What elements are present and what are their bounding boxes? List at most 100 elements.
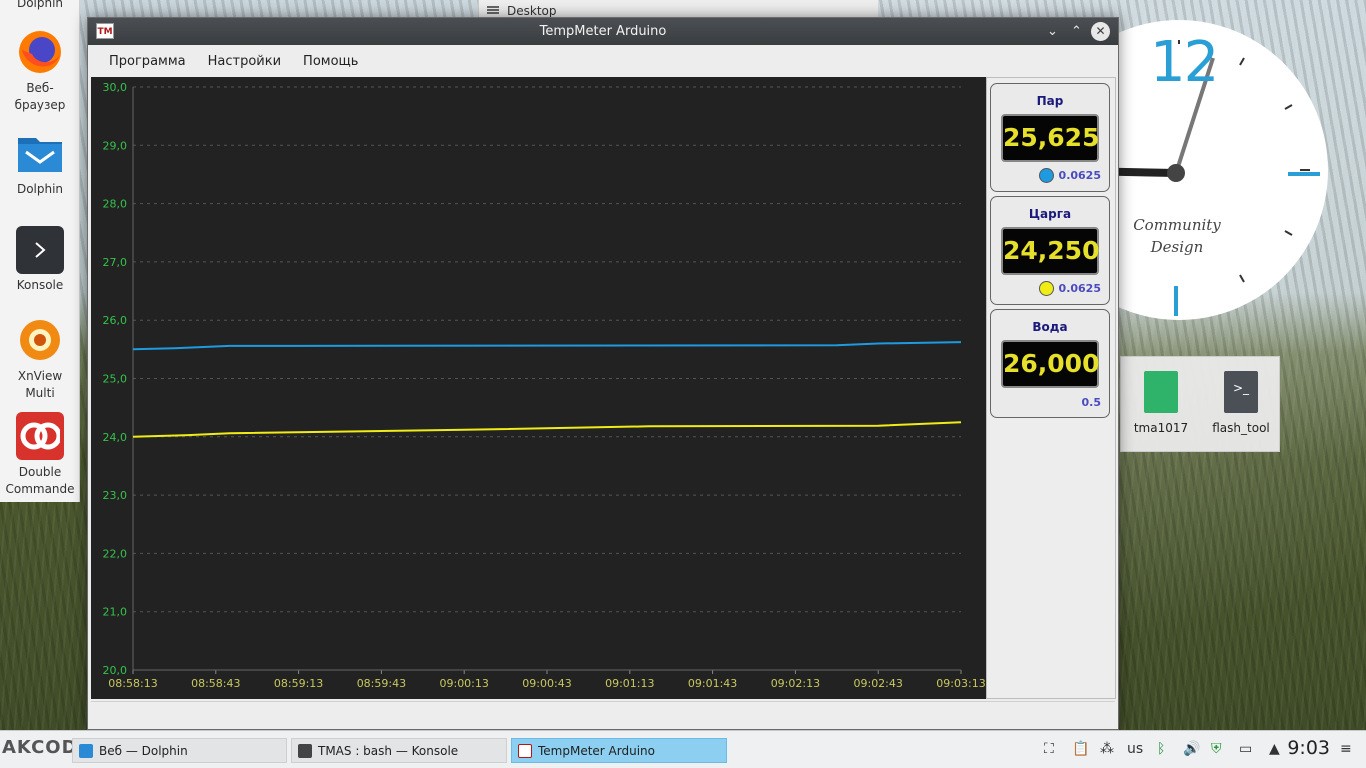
x-tick-label: 09:01:13 [605,677,654,690]
script-file-icon: >_ [1224,371,1258,413]
menu-settings[interactable]: Настройки [197,54,292,69]
resolution-value: 0.5 [1081,396,1102,409]
resolution-value: 0.0625 [1058,282,1101,295]
menu-help[interactable]: Помощь [292,54,369,69]
sensor-name: Пар [1036,94,1064,108]
y-tick-label: 30,0 [103,81,128,94]
tempmeter-window: TM TempMeter Arduino ⌄ ⌃ ✕ Программа Нас… [87,17,1119,730]
keyboard-layout[interactable]: us [1127,741,1143,757]
dolphin-icon [79,744,93,758]
dock-item-dolphin[interactable]: Dolphin [0,130,80,196]
series-line [132,341,962,351]
bluetooth-icon[interactable]: ᛒ [1157,741,1165,757]
tray-expand-icon[interactable]: ▲ [1269,741,1280,757]
dock-item-xnview[interactable]: XnView Multi [0,316,80,402]
desktop-file-tma1017[interactable]: tma1017 [1121,371,1201,435]
dock-item-web-browser[interactable]: Веб- браузер [0,28,80,114]
clock-brand-line1: Community [1133,216,1221,234]
y-tick-label: 23,0 [103,489,128,502]
java-file-icon [1144,371,1178,413]
y-tick-label: 25,0 [103,373,128,386]
sensor-name: Вода [1032,320,1068,334]
double-commander-icon [16,412,64,460]
sensor-resolution: 0.5 [1082,396,1102,409]
dock-item-label: XnView Multi [17,369,63,400]
task-dolphin[interactable]: Веб — Dolphin [72,738,287,763]
task-label: TMAS : bash — Konsole [318,744,459,758]
menu-icon[interactable]: ≡ [1340,741,1352,757]
file-label: flash_tool [1212,421,1270,435]
chart-svg: 30,0 29,0 28,0 27,0 26,0 25,0 24,0 23,0 22,0 21,0… [103,81,986,690]
temperature-chart[interactable]: 30,0 29,0 28,0 27,0 26,0 25,0 24,0 23,0 22,0 21,0… [91,77,986,699]
y-tick-label: 20,0 [103,664,128,677]
window-title: TempMeter Arduino [539,24,667,39]
desktop-folder-widget: tma1017 >_ flash_tool [1120,356,1280,452]
network-icon[interactable]: ⁂ [1100,741,1114,757]
task-label: Веб — Dolphin [99,744,188,758]
y-tick-label: 26,0 [103,314,128,327]
updates-shield-icon[interactable]: ⛨ [1211,741,1222,757]
app-icon [518,744,532,758]
volume-icon[interactable]: 🔊 [1183,741,1200,757]
folder-icon [16,130,64,178]
menu-program[interactable]: Программа [98,54,197,69]
window-titlebar[interactable]: TM TempMeter Arduino ⌄ ⌃ ✕ [88,18,1118,45]
sensor-resolution: 0.0625 [1038,168,1101,183]
clock-number-12: 12 [1150,30,1219,95]
dock-item-label: Double Commande [5,465,75,496]
sensor-value: 26,000 [1001,340,1099,388]
task-konsole[interactable]: TMAS : bash — Konsole [291,738,507,763]
terminal-icon [16,226,64,274]
sensor-name: Царга [1028,207,1072,221]
x-tick-label: 09:03:13 [936,677,985,690]
dock-item-label: Dolphin [16,0,64,10]
sensor-value: 24,250 [1001,227,1099,275]
dock-item-double-commander[interactable]: Double Commande [0,412,80,498]
menubar: Программа Настройки Помощь [88,45,1118,77]
series-color-dot[interactable] [1038,281,1054,296]
y-tick-label: 21,0 [103,606,128,619]
x-tick-label: 09:00:43 [522,677,571,690]
desktop-icons-dock: Dolphin Веб- браузер Dolphin Konsole XnV… [0,0,80,502]
sensor-card-steam: Пар 25,625 0.0625 [990,83,1110,192]
screenshot-icon[interactable]: ⛶ [1044,741,1054,757]
display-icon[interactable]: ▭ [1239,741,1252,757]
series-color-dot[interactable] [1038,168,1054,183]
sensor-card-water: Вода 26,000 0.5 [990,309,1110,418]
resolution-value: 0.0625 [1058,169,1101,182]
x-tick-label: 09:00:13 [439,677,488,690]
dock-item-konsole[interactable]: Konsole [0,226,80,292]
maximize-button[interactable]: ⌃ [1067,22,1086,41]
clipboard-icon[interactable]: 📋 [1072,741,1089,757]
y-tick-label: 27,0 [103,256,128,269]
minimize-button[interactable]: ⌄ [1043,22,1062,41]
clock-brand-line2: Design [1150,238,1204,256]
terminal-icon [298,744,312,758]
sensor-card-column: Царга 24,250 0.0625 [990,196,1110,305]
x-tick-label: 08:58:13 [108,677,157,690]
x-tick-label: 09:02:43 [853,677,902,690]
y-tick-label: 28,0 [103,198,128,211]
y-tick-label: 22,0 [103,547,128,560]
x-tick-label: 09:02:13 [771,677,820,690]
taskbar-clock[interactable]: 9:03 [1287,737,1330,759]
task-tempmeter[interactable]: TempMeter Arduino [511,738,727,763]
hamburger-icon[interactable] [487,6,499,14]
y-tick-label: 24,0 [103,431,128,444]
dock-item-dolphin-top[interactable]: Dolphin [0,0,80,10]
dock-item-label: Konsole [16,278,64,292]
file-label: tma1017 [1133,421,1189,435]
dock-item-label: Веб- браузер [14,81,66,112]
desktop-file-flash-tool[interactable]: >_ flash_tool [1201,371,1281,435]
close-button[interactable]: ✕ [1091,22,1110,41]
app-icon: TM [96,23,114,39]
xnview-icon [16,316,64,364]
x-tick-label: 09:01:43 [688,677,737,690]
desktop-label-text: Desktop [507,4,557,18]
status-bar [91,701,1115,725]
sensor-resolution: 0.0625 [1038,281,1101,296]
x-tick-label: 08:59:43 [357,677,406,690]
task-label: TempMeter Arduino [538,744,655,758]
clock-brand: Community Design [1130,214,1224,258]
desktop-panel-label[interactable]: Desktop [478,0,878,18]
